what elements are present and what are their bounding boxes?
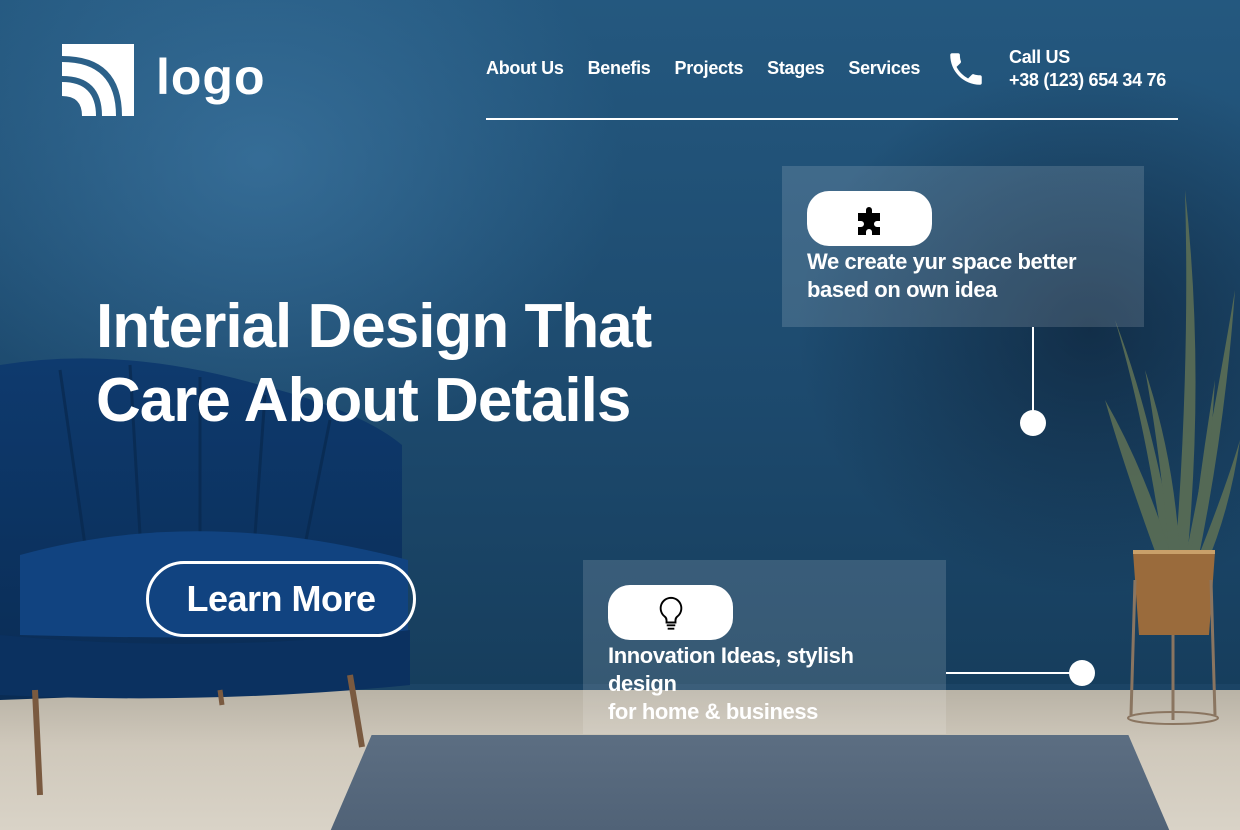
nav-projects[interactable]: Projects bbox=[675, 58, 744, 79]
connector-line bbox=[946, 672, 1072, 674]
call-us[interactable]: Call US +38 (123) 654 34 76 bbox=[945, 46, 1166, 92]
nav-services[interactable]: Services bbox=[848, 58, 920, 79]
call-label: Call US bbox=[1009, 47, 1070, 67]
connector-line bbox=[1032, 327, 1034, 423]
logo[interactable]: logo bbox=[62, 44, 266, 116]
feature-icon-pill bbox=[608, 585, 733, 640]
nav-benefis[interactable]: Benefis bbox=[588, 58, 651, 79]
feature-text: Innovation Ideas, stylish design for hom… bbox=[608, 643, 854, 724]
feature-icon-pill bbox=[807, 191, 932, 246]
hotspot-dot[interactable] bbox=[1069, 660, 1095, 686]
nav-stages[interactable]: Stages bbox=[767, 58, 825, 79]
hero-title: Interial Design That Care About Details bbox=[96, 292, 652, 435]
phone-icon bbox=[950, 53, 982, 85]
feature-text: We create yur space better based on own … bbox=[807, 249, 1077, 302]
call-text: Call US +38 (123) 654 34 76 bbox=[1009, 46, 1166, 92]
feature-card-idea: We create yur space better based on own … bbox=[782, 166, 1144, 327]
feature-card-innovation: Innovation Ideas, stylish design for hom… bbox=[583, 560, 946, 734]
main-nav: About Us Benefis Projects Stages Service… bbox=[486, 58, 920, 79]
learn-more-button[interactable]: Learn More bbox=[146, 561, 416, 637]
logo-text: logo bbox=[156, 49, 266, 105]
hotspot-dot[interactable] bbox=[1020, 410, 1046, 436]
rug bbox=[320, 735, 1180, 830]
header-divider bbox=[486, 118, 1178, 120]
phone-number[interactable]: +38 (123) 654 34 76 bbox=[1009, 69, 1166, 92]
puzzle-icon bbox=[857, 206, 880, 235]
logo-mark-icon bbox=[62, 44, 134, 116]
nav-about-us[interactable]: About Us bbox=[486, 58, 564, 79]
lightbulb-icon bbox=[659, 596, 682, 630]
